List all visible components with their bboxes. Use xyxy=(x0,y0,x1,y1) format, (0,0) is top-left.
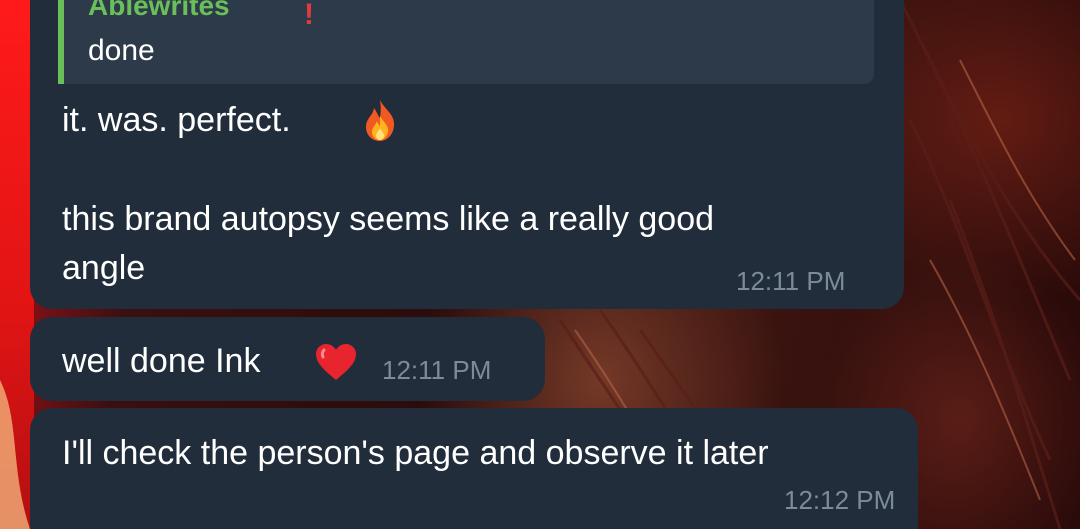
message-bubble[interactable]: well done Ink 12:11 PM xyxy=(30,317,545,401)
fire-emoji-icon xyxy=(366,100,395,141)
message-timestamp: 12:12 PM xyxy=(784,485,896,515)
message-bubble[interactable]: Ablewrites ! done it. was. perfect. this… xyxy=(30,0,904,309)
message-bubble[interactable]: I'll check the person's page and observe… xyxy=(30,408,918,529)
message-text-line: this brand autopsy seems like a really g… xyxy=(62,200,715,238)
message-text-line: angle xyxy=(62,249,146,287)
red-heart-emoji-icon xyxy=(316,344,356,380)
message-text-line: it. was. perfect. xyxy=(62,101,291,139)
message-text: well done Ink xyxy=(62,342,261,380)
reply-author: Ablewrites xyxy=(88,0,230,21)
reply-preview[interactable]: Ablewrites ! done xyxy=(58,0,874,84)
message-timestamp: 12:11 PM xyxy=(736,266,846,296)
reply-accent-bar xyxy=(58,0,64,84)
reply-text: done xyxy=(88,34,155,67)
message-text: I'll check the person's page and observe… xyxy=(62,434,769,472)
reply-author-badge: ! xyxy=(304,0,314,31)
message-timestamp: 12:11 PM xyxy=(382,355,492,385)
